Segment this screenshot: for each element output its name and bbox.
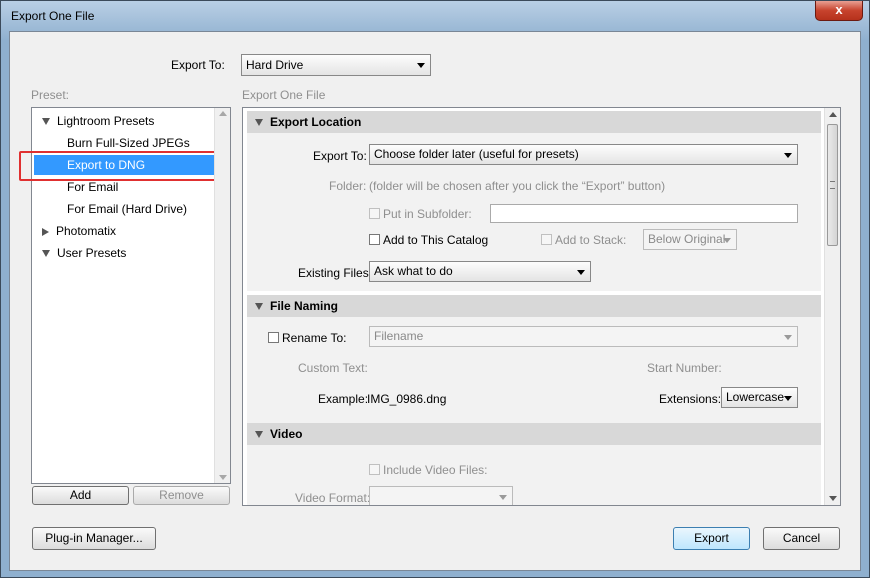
export-to-label: Export To: bbox=[171, 58, 225, 72]
highlight-box bbox=[19, 151, 221, 181]
export-dialog-window: Export One File x Export To: Hard Drive … bbox=[0, 0, 870, 578]
subfolder-input[interactable] bbox=[490, 204, 798, 223]
include-video-option[interactable]: Include Video Files: bbox=[369, 463, 488, 477]
cancel-button[interactable]: Cancel bbox=[763, 527, 840, 550]
rename-checkbox[interactable] bbox=[268, 332, 279, 343]
preset-label: Preset: bbox=[31, 88, 70, 102]
subfolder-checkbox[interactable] bbox=[369, 208, 380, 219]
scroll-down-icon[interactable] bbox=[829, 496, 837, 501]
stack-position-dropdown[interactable]: Below Original bbox=[643, 229, 737, 250]
preset-folder-label: User Presets bbox=[57, 246, 127, 260]
rename-label: Rename To: bbox=[282, 331, 347, 345]
plugin-manager-button[interactable]: Plug-in Manager... bbox=[32, 527, 156, 550]
existing-files-value: Ask what to do bbox=[374, 264, 453, 278]
file-naming-body: Rename To: Filename Custom Text: Start N… bbox=[247, 317, 821, 423]
location-export-to-value: Choose folder later (useful for presets) bbox=[374, 147, 579, 161]
add-stack-option[interactable]: Add to Stack: bbox=[541, 233, 626, 247]
add-stack-label: Add to Stack: bbox=[555, 233, 627, 247]
close-button[interactable]: x bbox=[815, 1, 863, 21]
preset-folder-label: Photomatix bbox=[56, 224, 117, 238]
video-format-dropdown[interactable] bbox=[369, 486, 513, 505]
preset-item-for-email-hd[interactable]: For Email (Hard Drive) bbox=[67, 199, 187, 219]
video-body: Include Video Files: Video Format: bbox=[247, 445, 821, 505]
preset-item-label: For Email (Hard Drive) bbox=[67, 202, 188, 216]
subfolder-option[interactable]: Put in Subfolder: bbox=[369, 207, 472, 221]
section-header-export-location[interactable]: Export Location bbox=[247, 111, 821, 133]
extensions-value: Lowercase bbox=[726, 390, 785, 404]
custom-text-label: Custom Text: bbox=[298, 361, 368, 375]
export-button[interactable]: Export bbox=[673, 527, 750, 550]
section-header-file-naming[interactable]: File Naming bbox=[247, 295, 821, 317]
location-export-to-dropdown[interactable]: Choose folder later (useful for presets) bbox=[369, 144, 798, 165]
video-format-label: Video Format: bbox=[295, 491, 371, 505]
subfolder-label: Put in Subfolder: bbox=[383, 207, 472, 221]
grip-icon bbox=[830, 181, 835, 189]
start-number-label: Start Number: bbox=[647, 361, 722, 375]
add-catalog-option[interactable]: Add to This Catalog bbox=[369, 233, 488, 247]
scroll-up-icon[interactable] bbox=[219, 111, 227, 116]
settings-title: Export One File bbox=[242, 88, 326, 102]
expanded-triangle-icon bbox=[42, 118, 50, 125]
settings-scrollbar[interactable] bbox=[824, 108, 840, 505]
add-stack-checkbox[interactable] bbox=[541, 234, 552, 245]
include-video-label: Include Video Files: bbox=[383, 463, 488, 477]
close-icon: x bbox=[835, 2, 843, 17]
expanded-triangle-icon bbox=[255, 119, 263, 126]
rename-template-dropdown[interactable]: Filename bbox=[369, 326, 798, 347]
dialog-client-area: Export To: Hard Drive Preset: Export One… bbox=[9, 31, 861, 571]
chevron-down-icon bbox=[499, 495, 507, 500]
include-video-checkbox[interactable] bbox=[369, 464, 380, 475]
scroll-down-icon[interactable] bbox=[219, 475, 227, 480]
existing-files-dropdown[interactable]: Ask what to do bbox=[369, 261, 591, 282]
chevron-down-icon bbox=[784, 335, 792, 340]
add-catalog-checkbox[interactable] bbox=[369, 234, 380, 245]
preset-item-label: Burn Full-Sized JPEGs bbox=[67, 136, 190, 150]
section-title: File Naming bbox=[270, 299, 339, 313]
export-to-value: Hard Drive bbox=[246, 58, 304, 72]
example-label: Example: bbox=[318, 392, 369, 406]
example-value: IMG_0986.dng bbox=[367, 392, 447, 406]
scroll-thumb[interactable] bbox=[827, 124, 838, 246]
existing-files-label: Existing Files: bbox=[298, 266, 373, 280]
preset-folder-photomatix[interactable]: Photomatix bbox=[42, 221, 116, 241]
add-catalog-label: Add to This Catalog bbox=[383, 233, 489, 247]
export-to-dropdown[interactable]: Hard Drive bbox=[241, 54, 431, 76]
preset-item-label: For Email bbox=[67, 180, 119, 194]
chevron-down-icon bbox=[723, 238, 731, 243]
rename-template-value: Filename bbox=[374, 329, 424, 343]
extensions-label: Extensions: bbox=[659, 392, 722, 406]
extensions-dropdown[interactable]: Lowercase bbox=[721, 387, 798, 408]
preset-folder-user[interactable]: User Presets bbox=[42, 243, 126, 263]
chevron-down-icon bbox=[784, 396, 792, 401]
add-preset-button[interactable]: Add bbox=[32, 486, 129, 505]
folder-label: Folder: bbox=[329, 179, 367, 193]
scroll-up-icon[interactable] bbox=[829, 112, 837, 117]
expanded-triangle-icon bbox=[42, 250, 50, 257]
chevron-down-icon bbox=[784, 153, 792, 158]
section-title: Export Location bbox=[270, 115, 362, 129]
section-header-video[interactable]: Video bbox=[247, 423, 821, 445]
remove-preset-button[interactable]: Remove bbox=[133, 486, 230, 505]
expanded-triangle-icon bbox=[255, 431, 263, 438]
expanded-triangle-icon bbox=[255, 303, 263, 310]
section-title: Video bbox=[270, 427, 303, 441]
preset-scrollbar[interactable] bbox=[214, 108, 230, 483]
settings-panel: Export Location Export To: Choose folder… bbox=[242, 107, 841, 506]
title-bar[interactable]: Export One File x bbox=[1, 1, 869, 31]
rename-option[interactable]: Rename To: bbox=[268, 331, 346, 345]
export-location-body: Export To: Choose folder later (useful f… bbox=[247, 133, 821, 291]
preset-item-for-email[interactable]: For Email bbox=[67, 177, 118, 197]
stack-position-value: Below Original bbox=[648, 232, 726, 246]
location-export-to-label: Export To: bbox=[313, 149, 367, 163]
preset-folder-label: Lightroom Presets bbox=[57, 114, 155, 128]
folder-note: (folder will be chosen after you click t… bbox=[369, 179, 666, 193]
collapsed-triangle-icon bbox=[42, 228, 49, 236]
window-title: Export One File bbox=[11, 9, 95, 23]
preset-folder-lightroom[interactable]: Lightroom Presets bbox=[42, 111, 154, 131]
preset-list: Lightroom Presets Burn Full-Sized JPEGs … bbox=[19, 107, 231, 484]
chevron-down-icon bbox=[577, 270, 585, 275]
chevron-down-icon bbox=[417, 63, 425, 68]
preset-item-burn-jpegs[interactable]: Burn Full-Sized JPEGs bbox=[67, 133, 190, 153]
